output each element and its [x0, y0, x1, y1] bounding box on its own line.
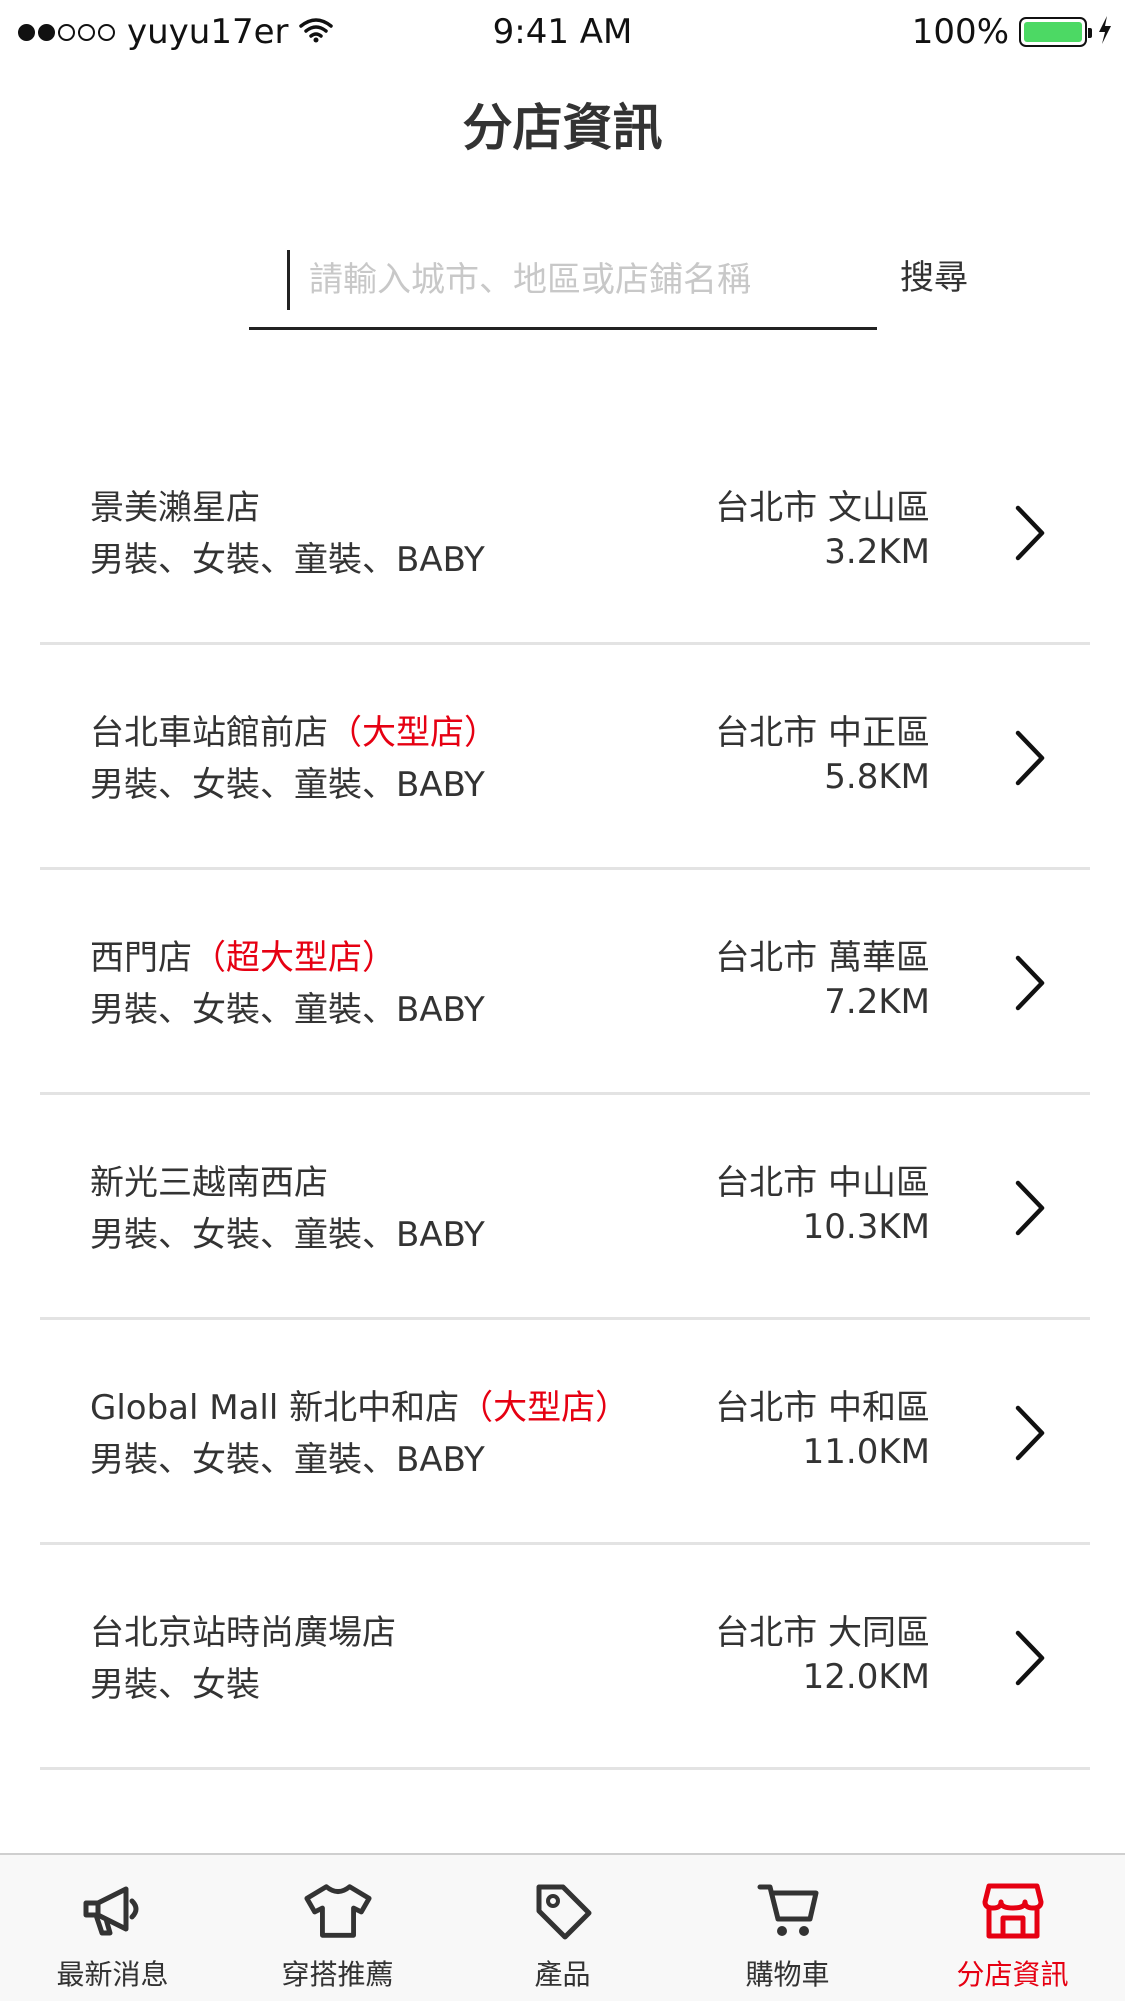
store-categories: 男裝、女裝、童裝、BABY: [90, 990, 485, 1030]
chevron-right-icon[interactable]: [1010, 1402, 1050, 1464]
search-input[interactable]: [309, 252, 849, 308]
chevron-right-icon[interactable]: [1010, 952, 1050, 1014]
store-distance: 5.8KM: [824, 757, 930, 797]
search-field[interactable]: [249, 240, 877, 330]
store-categories: 男裝、女裝、童裝、BABY: [90, 1215, 485, 1255]
store-size-tag: （大型店）: [459, 1388, 630, 1428]
chevron-right-icon[interactable]: [1010, 502, 1050, 564]
store-categories: 男裝、女裝、童裝、BABY: [90, 765, 485, 805]
store-row[interactable]: 景美瀨星店 男裝、女裝、童裝、BABY 台北市 文山區 3.2KM: [40, 420, 1090, 645]
tab-label: 產品: [534, 1958, 591, 1991]
store-categories: 男裝、女裝、童裝、BABY: [90, 540, 485, 580]
tab-bar: 最新消息 穿搭推薦 產品 購物車 分店資訊: [0, 1853, 1125, 2001]
tab-news[interactable]: 最新消息: [0, 1855, 225, 2001]
store-row[interactable]: 西門店（超大型店） 男裝、女裝、童裝、BABY 台北市 萬華區 7.2KM: [40, 870, 1090, 1095]
store-name: 西門店（超大型店）: [90, 938, 396, 978]
store-distance: 12.0KM: [802, 1657, 930, 1697]
page-title: 分店資訊: [462, 99, 663, 157]
store-location: 台北市 中山區: [715, 1163, 930, 1203]
store-categories: 男裝、女裝、童裝、BABY: [90, 1440, 485, 1480]
store-row[interactable]: 台北京站時尚廣場店 男裝、女裝 台北市 大同區 12.0KM: [40, 1545, 1090, 1770]
store-location: 台北市 大同區: [715, 1613, 930, 1653]
text-caret: [287, 250, 290, 310]
tag-icon: [528, 1879, 598, 1943]
store-distance: 11.0KM: [802, 1432, 930, 1472]
chevron-right-icon[interactable]: [1010, 1627, 1050, 1689]
store-distance: 7.2KM: [824, 982, 930, 1022]
store-size-tag: （超大型店）: [192, 938, 396, 978]
store-distance: 10.3KM: [802, 1207, 930, 1247]
chevron-right-icon[interactable]: [1010, 727, 1050, 789]
store-location: 台北市 文山區: [715, 488, 930, 528]
store-name: 台北京站時尚廣場店: [90, 1613, 396, 1653]
tab-label: 購物車: [745, 1958, 830, 1991]
tab-label: 最新消息: [56, 1958, 169, 1991]
status-right: 100%: [912, 12, 1113, 52]
status-left: yuyu17er: [18, 12, 333, 52]
tab-outfits[interactable]: 穿搭推薦: [225, 1855, 450, 2001]
search-button[interactable]: 搜尋: [900, 250, 968, 299]
store-name: Global Mall 新北中和店（大型店）: [90, 1388, 630, 1428]
store-location: 台北市 萬華區: [715, 938, 930, 978]
store-list: 景美瀨星店 男裝、女裝、童裝、BABY 台北市 文山區 3.2KM 台北車站館前…: [40, 420, 1090, 1770]
carrier-name: yuyu17er: [127, 12, 289, 52]
store-categories: 男裝、女裝: [90, 1665, 260, 1705]
charging-icon: [1097, 16, 1113, 48]
tab-label: 穿搭推薦: [281, 1958, 394, 1991]
tshirt-icon: [303, 1879, 373, 1943]
store-icon: [978, 1879, 1048, 1943]
store-row[interactable]: 台北車站館前店（大型店） 男裝、女裝、童裝、BABY 台北市 中正區 5.8KM: [40, 645, 1090, 870]
tab-cart[interactable]: 購物車: [675, 1855, 900, 2001]
tab-stores[interactable]: 分店資訊: [900, 1855, 1125, 2001]
store-location: 台北市 中正區: [715, 713, 930, 753]
battery-level: [1024, 22, 1082, 42]
status-bar: yuyu17er 9:41 AM 100%: [0, 0, 1125, 66]
store-row[interactable]: Global Mall 新北中和店（大型店） 男裝、女裝、童裝、BABY 台北市…: [40, 1320, 1090, 1545]
battery-icon: [1019, 17, 1092, 47]
cart-icon: [753, 1879, 823, 1943]
store-name: 新光三越南西店: [90, 1163, 328, 1203]
store-distance: 3.2KM: [824, 532, 930, 572]
chevron-right-icon[interactable]: [1010, 1177, 1050, 1239]
tab-products[interactable]: 產品: [450, 1855, 675, 2001]
wifi-icon: [298, 17, 333, 47]
tab-label: 分店資訊: [956, 1958, 1069, 1991]
signal-icon: [18, 23, 115, 41]
store-location: 台北市 中和區: [715, 1388, 930, 1428]
store-name: 台北車站館前店（大型店）: [90, 713, 498, 753]
store-row[interactable]: 新光三越南西店 男裝、女裝、童裝、BABY 台北市 中山區 10.3KM: [40, 1095, 1090, 1320]
megaphone-icon: [78, 1879, 148, 1943]
battery-percent: 100%: [911, 12, 1009, 52]
store-name: 景美瀨星店: [90, 488, 260, 528]
store-size-tag: （大型店）: [328, 713, 498, 753]
